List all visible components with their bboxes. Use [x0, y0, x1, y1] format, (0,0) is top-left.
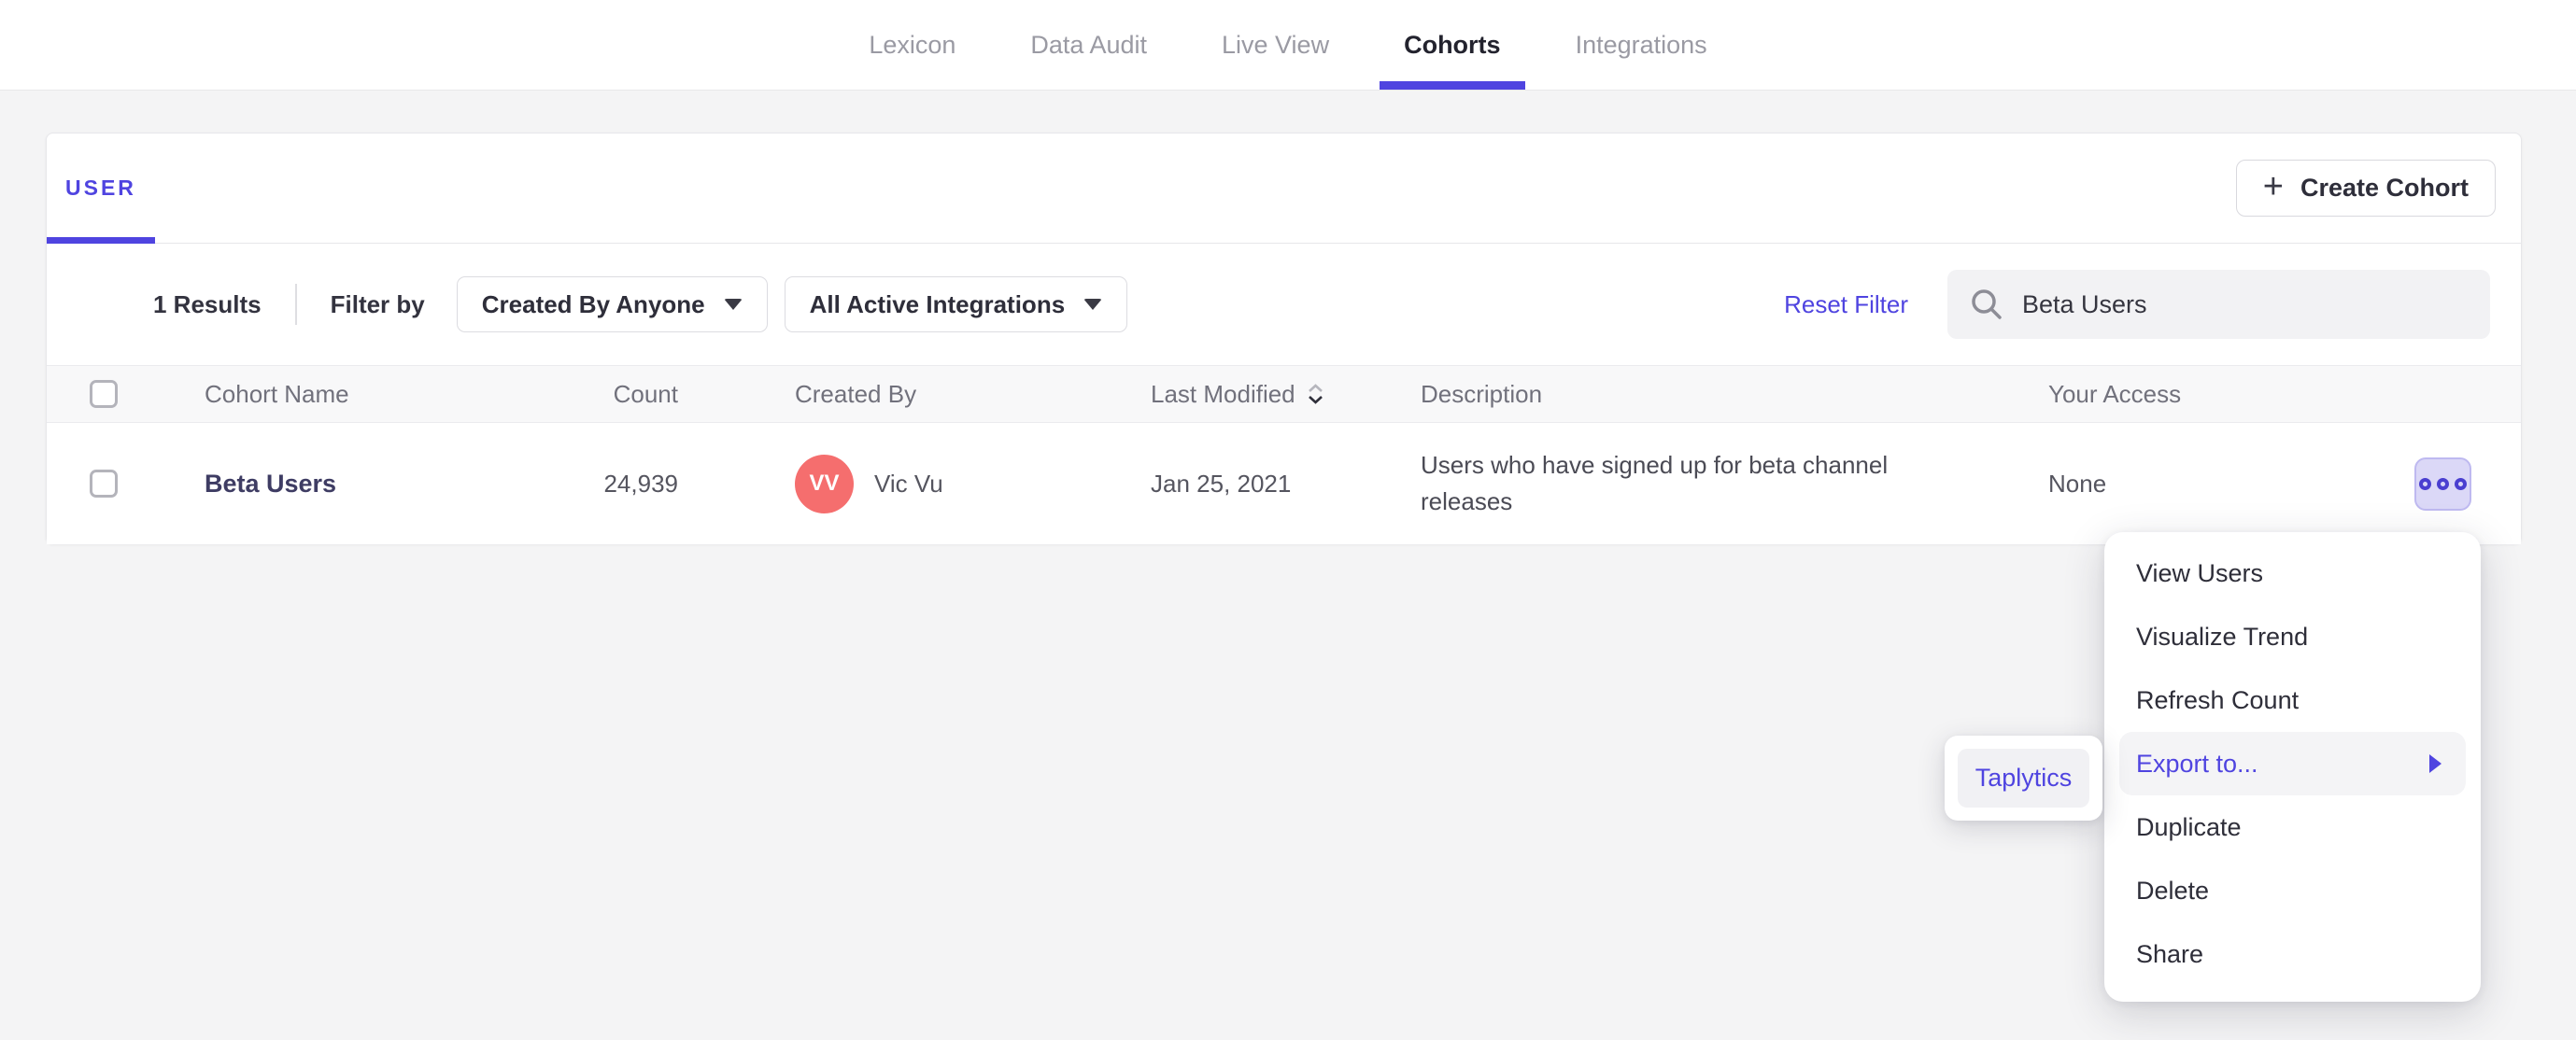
menu-item-delete[interactable]: Delete: [2104, 859, 2481, 922]
chevron-down-icon: [723, 299, 743, 310]
row-actions-button[interactable]: [2414, 457, 2471, 511]
menu-item-export-to[interactable]: Export to...: [2119, 732, 2466, 795]
export-to-label: Export to...: [2136, 749, 2258, 778]
header-your-access[interactable]: Your Access: [2048, 380, 2521, 409]
ellipsis-icon: [2455, 477, 2467, 490]
nav-tab-data-audit[interactable]: Data Audit: [1006, 0, 1171, 90]
submenu-item-taplytics[interactable]: Taplytics: [1958, 749, 2089, 808]
header-created-by[interactable]: Created By: [678, 380, 1151, 409]
panel-tabs-row: USER + Create Cohort: [47, 134, 2521, 244]
table-row[interactable]: Beta Users 24,939 VV Vic Vu Jan 25, 2021…: [47, 423, 2521, 544]
chevron-down-icon: [1083, 299, 1103, 310]
create-cohort-label: Create Cohort: [2300, 174, 2469, 202]
results-count: 1 Results: [153, 289, 262, 318]
ellipsis-icon: [2437, 477, 2449, 490]
header-count[interactable]: Count: [514, 380, 678, 409]
search-input[interactable]: [2022, 289, 2468, 319]
nav-tab-cohorts[interactable]: Cohorts: [1380, 0, 1525, 90]
divider: [294, 284, 297, 325]
cohort-name-link[interactable]: Beta Users: [205, 470, 336, 498]
reset-filter-link[interactable]: Reset Filter: [1784, 290, 1908, 319]
menu-item-refresh-count[interactable]: Refresh Count: [2104, 668, 2481, 732]
last-modified-value: Jan 25, 2021: [1151, 469, 1292, 498]
filter-bar: 1 Results Filter by Created By Anyone Al…: [47, 244, 2521, 365]
menu-item-share[interactable]: Share: [2104, 922, 2481, 986]
nav-tab-integrations[interactable]: Integrations: [1551, 0, 1732, 90]
integrations-value: All Active Integrations: [809, 289, 1066, 318]
table-header: Cohort Name Count Created By Last Modifi…: [47, 365, 2521, 423]
integrations-dropdown[interactable]: All Active Integrations: [784, 276, 1128, 332]
cohort-count: 24,939: [603, 469, 678, 498]
nav-tab-lexicon[interactable]: Lexicon: [844, 0, 980, 90]
tab-user[interactable]: USER: [47, 134, 155, 244]
avatar: VV: [795, 454, 854, 513]
header-last-modified-label: Last Modified: [1151, 379, 1295, 408]
menu-item-visualize-trend[interactable]: Visualize Trend: [2104, 605, 2481, 668]
header-description[interactable]: Description: [1421, 380, 2048, 409]
creator-name: Vic Vu: [874, 469, 943, 498]
header-cohort-name[interactable]: Cohort Name: [205, 380, 514, 409]
submenu-arrow-icon: [2429, 754, 2442, 773]
export-submenu: Taplytics: [1945, 736, 2102, 821]
search-icon: [1972, 289, 2002, 319]
header-last-modified[interactable]: Last Modified: [1151, 380, 1421, 409]
top-navigation: Lexicon Data Audit Live View Cohorts Int…: [0, 0, 2576, 91]
filter-by-label: Filter by: [330, 289, 425, 318]
menu-item-duplicate[interactable]: Duplicate: [2104, 795, 2481, 859]
created-by-value: Created By Anyone: [481, 289, 705, 318]
row-checkbox[interactable]: [90, 470, 118, 498]
search-box[interactable]: [1947, 270, 2490, 339]
nav-tab-live-view[interactable]: Live View: [1197, 0, 1353, 90]
cohort-description: Users who have signed up for beta channe…: [1421, 451, 1889, 515]
row-context-menu: View Users Visualize Trend Refresh Count…: [2104, 532, 2481, 1002]
cohorts-panel: USER + Create Cohort 1 Results Filter by…: [46, 133, 2522, 544]
created-by-dropdown[interactable]: Created By Anyone: [456, 276, 768, 332]
create-cohort-button[interactable]: + Create Cohort: [2235, 160, 2496, 217]
select-all-checkbox[interactable]: [90, 380, 118, 408]
sort-icon[interactable]: [1307, 384, 1324, 404]
menu-item-view-users[interactable]: View Users: [2104, 541, 2481, 605]
access-value: None: [2048, 469, 2107, 498]
plus-icon: +: [2262, 167, 2284, 206]
ellipsis-icon: [2419, 477, 2431, 490]
